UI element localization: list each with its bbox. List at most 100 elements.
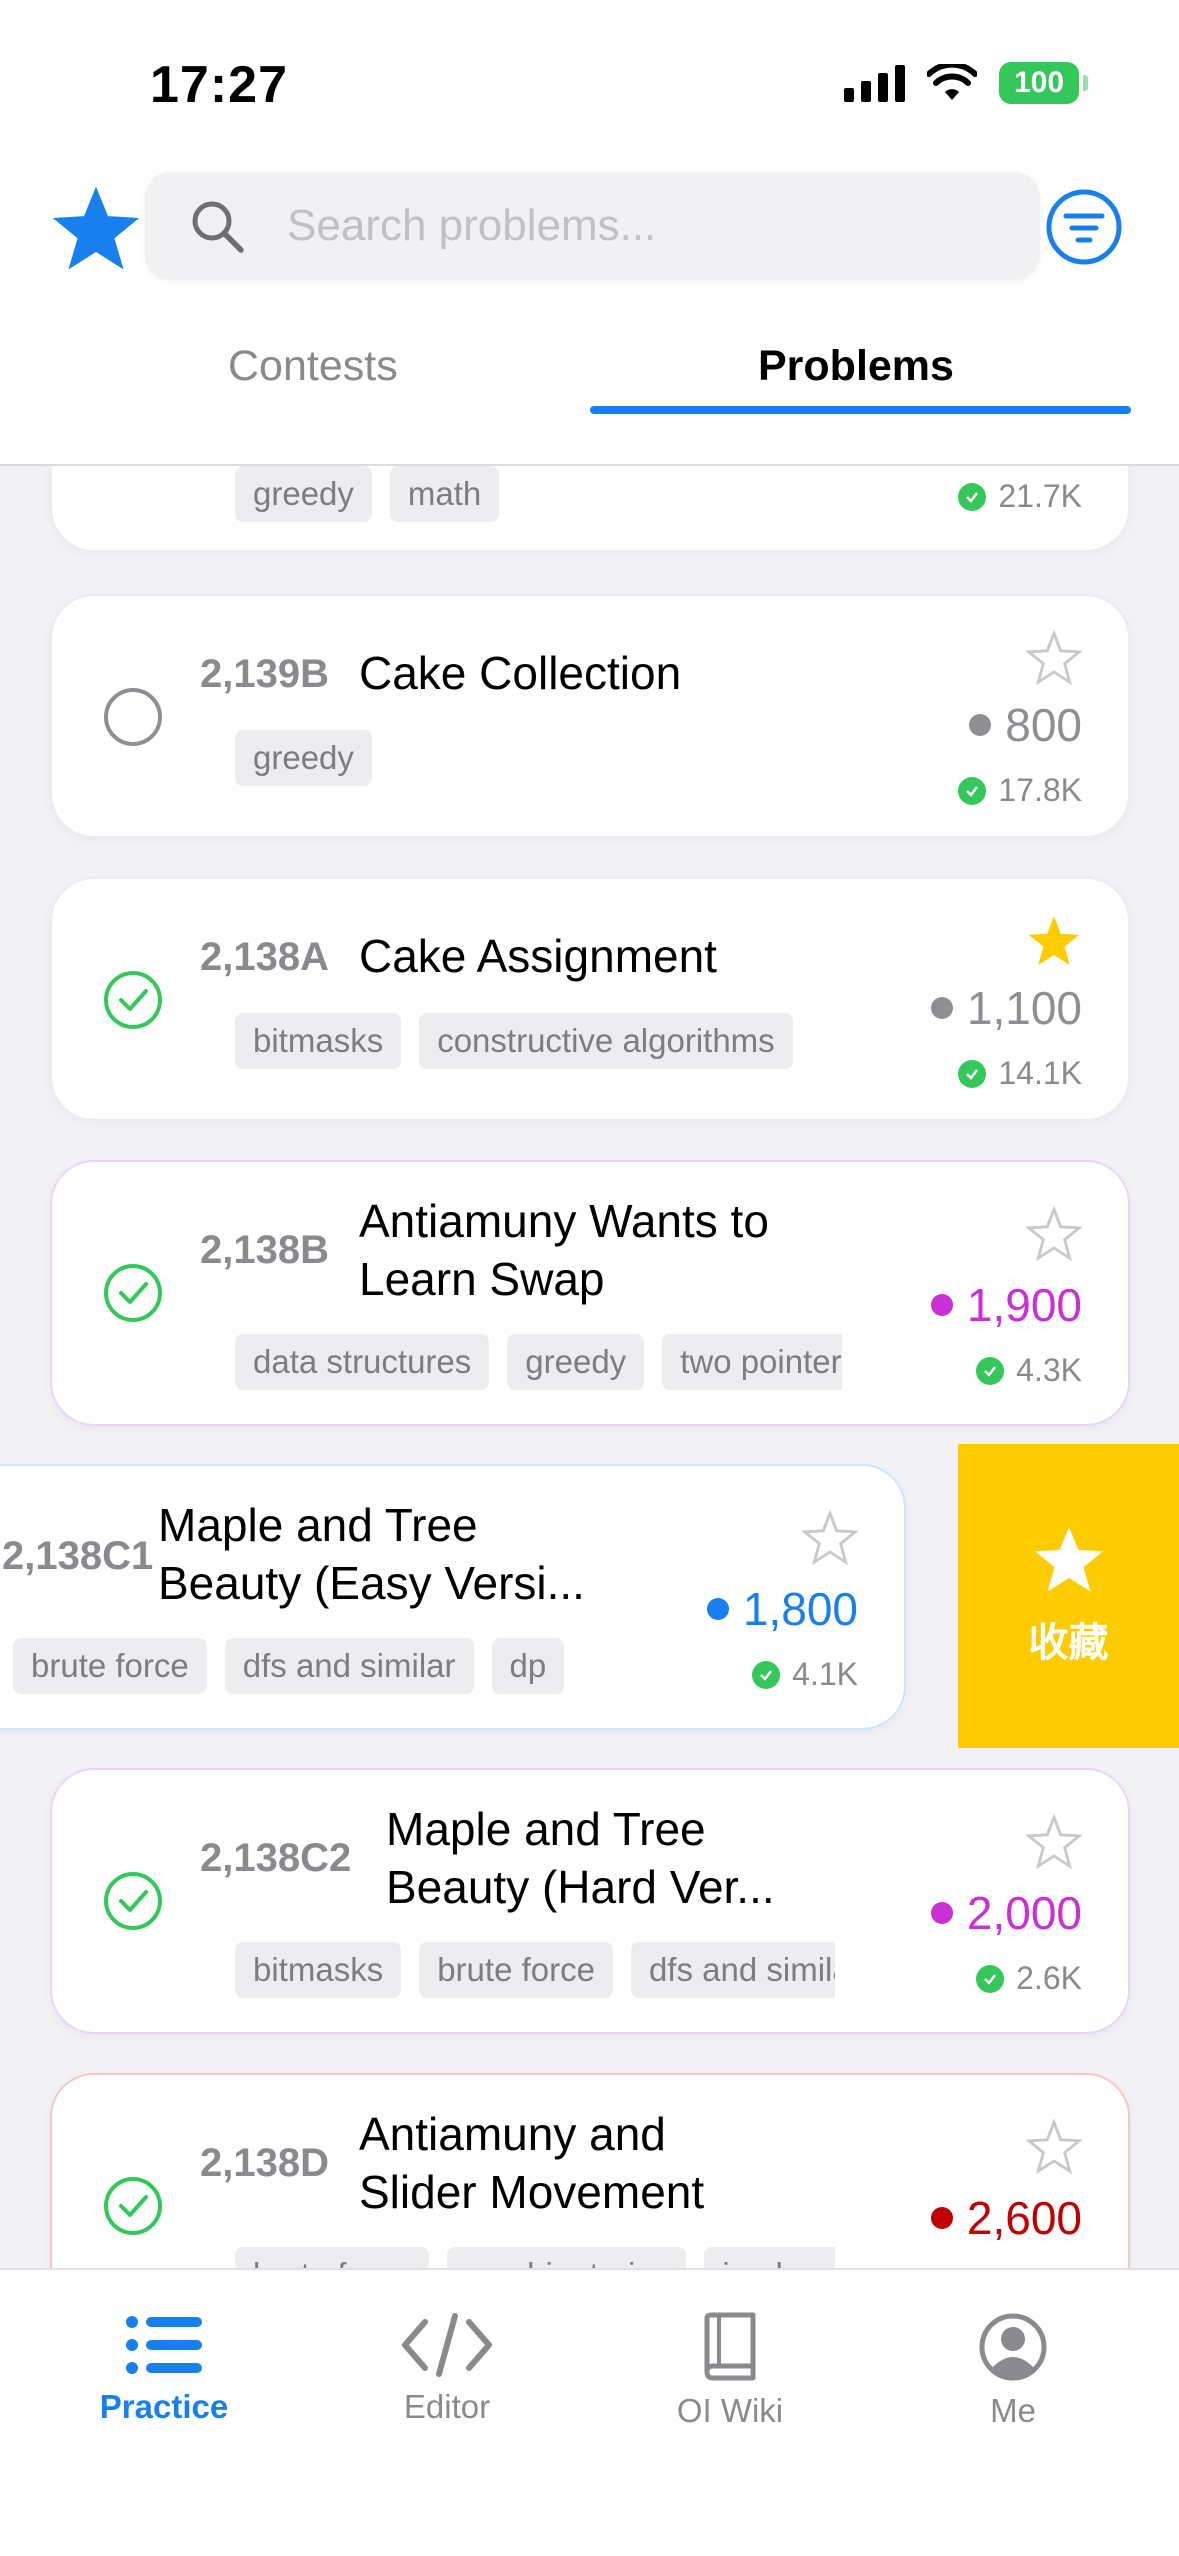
tag: bitmasks [235,1942,402,1998]
tag: brute force [235,2247,429,2268]
unsolved-circle-icon [104,688,162,746]
person-icon [979,2313,1047,2381]
problem-tags: bitmasks brute force dfs and similar [235,1942,835,1998]
tabbar-editor[interactable]: Editor [347,2312,547,2426]
problem-title: Cake Assignment [359,930,717,982]
search-input[interactable] [287,201,987,251]
solved-count: 21.7K [958,478,1082,515]
tag: bitmasks [235,1013,402,1069]
problem-id: 2,138D [200,2141,329,2185]
check-icon [976,1964,1005,1993]
problem-title: Cake Collection [359,647,682,699]
filter-icon[interactable] [1045,188,1123,266]
tag: dp [491,1638,565,1694]
tag: dfs and similar [224,1638,474,1694]
problem-list[interactable]: greedy math 21.7K 2,139B Cake Collection… [0,466,1179,2268]
favorites-star-icon[interactable] [50,183,142,275]
problem-title-line2: Beauty (Hard Ver... [386,1861,775,1913]
cellular-signal-icon [844,64,905,102]
problem-card[interactable]: 2,138B Antiamuny Wants to Learn Swap dat… [50,1160,1130,1426]
rating-dot [930,1294,953,1316]
problem-rating: 800 [969,698,1082,752]
tag: combinatorics [446,2247,687,2268]
status-time: 17:27 [150,56,288,114]
problem-title-line1: Antiamuny Wants to [359,1195,769,1247]
rating-dot [969,714,992,736]
solved-count: 2.6K [976,1960,1082,1997]
problem-tags: brute force combinatorics implementation [235,2247,835,2268]
tag: data structures [235,1334,490,1390]
solved-check-icon [104,971,162,1029]
tag: implementation [704,2247,835,2268]
problem-card[interactable]: 2,138D Antiamuny and Slider Movement bru… [50,2073,1130,2268]
solved-check-icon [104,2177,162,2235]
tab-problems[interactable]: Problems [758,342,954,391]
problem-card[interactable]: 2,138C1 Maple and Tree Beauty (Easy Vers… [0,1464,906,1730]
star-filled-icon[interactable] [1026,913,1082,969]
segment-tabs: Contests Problems [0,330,1179,466]
problem-card[interactable]: 2,138A Cake Assignment bitmasks construc… [50,877,1130,1121]
problem-card[interactable]: 2,139B Cake Collection greedy 800 17.8K [50,594,1130,838]
solved-check-icon [104,1872,162,1930]
check-icon [958,482,987,511]
tag: greedy [235,730,372,786]
problem-title-line2: Slider Movement [359,2166,705,2218]
tag: brute force [13,1638,207,1694]
problem-id: 2,138C1 [2,1534,154,1578]
problem-tags: bitmasks constructive algorithms [235,1013,875,1069]
tabbar-oi-wiki[interactable]: OI Wiki [630,2312,830,2430]
header: 17:27 100 Contests Problems [0,0,1179,466]
tabbar-practice[interactable]: Practice [64,2312,264,2426]
book-icon [704,2312,756,2381]
wifi-icon [927,64,977,100]
favorite-label: 收藏 [1028,1620,1109,1666]
problem-rating: 2,000 [930,1886,1082,1940]
search-bar[interactable] [145,172,1040,280]
problem-tags: greedy [235,730,835,786]
rating-dot [930,997,953,1019]
problem-rating: 2,600 [930,2191,1082,2245]
problem-rating: 1,800 [706,1582,858,1636]
star-outline-icon[interactable] [802,1510,858,1566]
problem-tags: greedy math [235,466,835,522]
star-icon [1034,1526,1103,1592]
problem-rating: 1,900 [930,1278,1082,1332]
solved-count: 17.8K [958,772,1082,809]
list-icon [126,2316,202,2374]
problem-card[interactable]: 2,138C2 Maple and Tree Beauty (Hard Ver.… [50,1768,1130,2034]
tag: math [389,466,500,522]
problem-id: 2,138A [200,935,329,979]
solved-count: 14.1K [958,1055,1082,1092]
solved-count: 4.1K [752,1656,858,1693]
star-outline-icon[interactable] [1026,2119,1082,2175]
problem-rating: 1,100 [930,981,1082,1035]
tab-bar: Practice Editor OI Wiki Me [0,2268,1179,2556]
solved-count: 4.3K [976,1352,1082,1389]
check-icon [958,1059,987,1088]
tab-active-indicator [590,406,1131,414]
problem-title-line1: Maple and Tree [158,1499,478,1551]
rating-dot [930,1902,953,1924]
problem-title-line1: Maple and Tree [386,1803,706,1855]
code-icon [402,2313,492,2377]
problem-card[interactable]: greedy math 21.7K [50,466,1130,552]
tab-contests[interactable]: Contests [228,342,398,391]
problem-title-line2: Learn Swap [359,1253,605,1305]
battery-icon: 100 [999,62,1088,104]
tag: brute force [419,1942,613,1998]
favorite-swipe-action[interactable]: 收藏 [958,1444,1179,1748]
search-icon [192,201,244,253]
rating-dot [930,2207,953,2229]
rating-dot [706,1598,729,1620]
star-outline-icon[interactable] [1026,1206,1082,1262]
star-outline-icon[interactable] [1026,630,1082,686]
tag: constructive algorithms [419,1013,793,1069]
star-outline-icon[interactable] [1026,1814,1082,1870]
problem-tags: brute force dfs and similar dp [13,1638,613,1694]
tag: greedy [507,1334,645,1390]
status-icons: 100 [844,62,1088,104]
tabbar-me[interactable]: Me [913,2312,1113,2430]
problem-title-line1: Antiamuny and [359,2108,666,2160]
solved-check-icon [104,1264,162,1322]
problem-title-line2: Beauty (Easy Versi... [158,1557,585,1609]
